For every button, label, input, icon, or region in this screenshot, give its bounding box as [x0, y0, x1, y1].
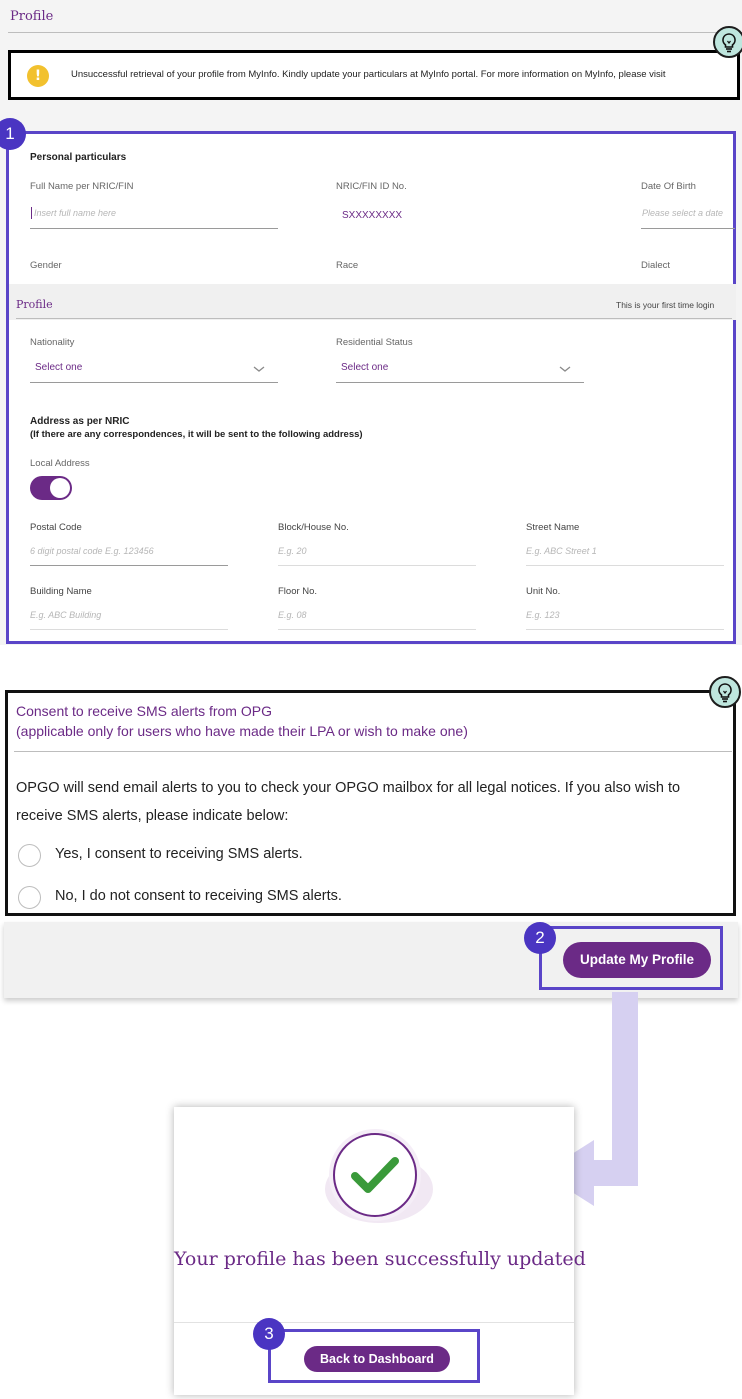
street-name-underline — [526, 565, 724, 566]
lightbulb-icon — [709, 676, 741, 708]
block-underline — [278, 565, 476, 566]
postal-code-label: Postal Code — [30, 522, 82, 533]
chevron-down-icon — [253, 366, 265, 372]
page-title: Profile — [10, 9, 54, 24]
residential-status-label: Residential Status — [336, 337, 413, 348]
block-input[interactable]: E.g. 20 — [278, 542, 476, 564]
full-name-input[interactable]: Insert full name here — [30, 204, 278, 226]
floor-placeholder: E.g. 08 — [278, 610, 307, 620]
unit-label: Unit No. — [526, 586, 561, 597]
first-time-login-notice: This is your first time login — [616, 300, 715, 310]
flow-arrow-bend — [592, 1160, 638, 1186]
nric-value: SXXXXXXXX — [342, 210, 403, 221]
step-3-badge: 3 — [253, 1318, 285, 1350]
divider — [174, 1322, 574, 1323]
building-name-underline — [30, 629, 228, 630]
address-heading: Address as per NRIC — [30, 416, 130, 427]
myinfo-warning-banner: ! Unsuccessful retrieval of your profile… — [8, 50, 740, 100]
text-cursor — [31, 207, 32, 219]
block-placeholder: E.g. 20 — [278, 546, 307, 556]
building-name-label: Building Name — [30, 586, 92, 597]
unit-underline — [526, 629, 724, 630]
exclamation-icon: ! — [27, 65, 49, 87]
update-my-profile-button[interactable]: Update My Profile — [563, 942, 711, 978]
building-name-input[interactable]: E.g. ABC Building — [30, 606, 228, 628]
postal-code-placeholder: 6 digit postal code E.g. 123456 — [30, 546, 154, 556]
floor-label: Floor No. — [278, 586, 318, 597]
nationality-selected-value: Select one — [35, 362, 83, 373]
dialect-label: Dialect — [641, 260, 671, 271]
residential-status-selected-value: Select one — [341, 362, 389, 373]
consent-no-label[interactable]: No, I do not consent to receiving SMS al… — [55, 888, 342, 904]
success-check-icon — [333, 1133, 417, 1217]
consent-description: OPGO will send email alerts to you to ch… — [16, 780, 681, 824]
warning-message: Unsuccessful retrieval of your profile f… — [71, 69, 666, 80]
divider — [8, 32, 742, 33]
consent-yes-radio[interactable] — [18, 844, 41, 867]
toggle-knob — [50, 478, 70, 498]
nationality-label: Nationality — [30, 337, 75, 348]
step-2-badge: 2 — [524, 922, 556, 954]
consent-yes-label[interactable]: Yes, I consent to receiving SMS alerts. — [55, 846, 303, 862]
postal-code-underline — [30, 565, 228, 566]
full-name-underline — [30, 228, 278, 229]
unit-placeholder: E.g. 123 — [526, 610, 560, 620]
success-message: Your profile has been successfully updat… — [174, 1248, 586, 1270]
address-subheading: (If there are any correspondences, it wi… — [30, 429, 363, 440]
dob-input[interactable]: Please select a date — [641, 204, 735, 226]
street-name-input[interactable]: E.g. ABC Street 1 — [526, 542, 724, 564]
gender-label: Gender — [30, 260, 62, 271]
street-name-placeholder: E.g. ABC Street 1 — [526, 546, 597, 556]
block-label: Block/House No. — [278, 522, 349, 533]
personal-particulars-heading: Personal particulars — [30, 152, 127, 163]
residential-status-underline — [336, 382, 584, 383]
back-to-dashboard-button[interactable]: Back to Dashboard — [304, 1346, 450, 1372]
consent-no-radio[interactable] — [18, 886, 41, 909]
full-name-label: Full Name per NRIC/FIN — [30, 181, 134, 192]
divider — [16, 318, 732, 319]
race-label: Race — [336, 260, 359, 271]
lightbulb-icon — [713, 26, 742, 58]
unit-input[interactable]: E.g. 123 — [526, 606, 724, 628]
residential-status-select[interactable]: Select one — [336, 356, 584, 382]
dob-label: Date Of Birth — [641, 181, 696, 192]
consent-subtitle: (applicable only for users who have made… — [16, 723, 468, 739]
nric-label: NRIC/FIN ID No. — [336, 181, 407, 192]
building-name-placeholder: E.g. ABC Building — [30, 610, 102, 620]
nationality-select[interactable]: Select one — [30, 356, 278, 382]
chevron-down-icon — [559, 366, 571, 372]
divider — [14, 751, 732, 752]
local-address-label: Local Address — [30, 458, 90, 469]
consent-title: Consent to receive SMS alerts from OPG — [16, 703, 272, 719]
dob-underline — [641, 228, 735, 229]
full-name-placeholder: Insert full name here — [34, 208, 117, 218]
flow-arrow-shaft — [612, 992, 638, 1185]
floor-underline — [278, 629, 476, 630]
floor-input[interactable]: E.g. 08 — [278, 606, 476, 628]
postal-code-input[interactable]: 6 digit postal code E.g. 123456 — [30, 542, 228, 564]
street-name-label: Street Name — [526, 522, 580, 533]
dob-placeholder: Please select a date — [642, 208, 724, 218]
nationality-underline — [30, 382, 278, 383]
profile-subheader-title: Profile — [16, 298, 53, 311]
